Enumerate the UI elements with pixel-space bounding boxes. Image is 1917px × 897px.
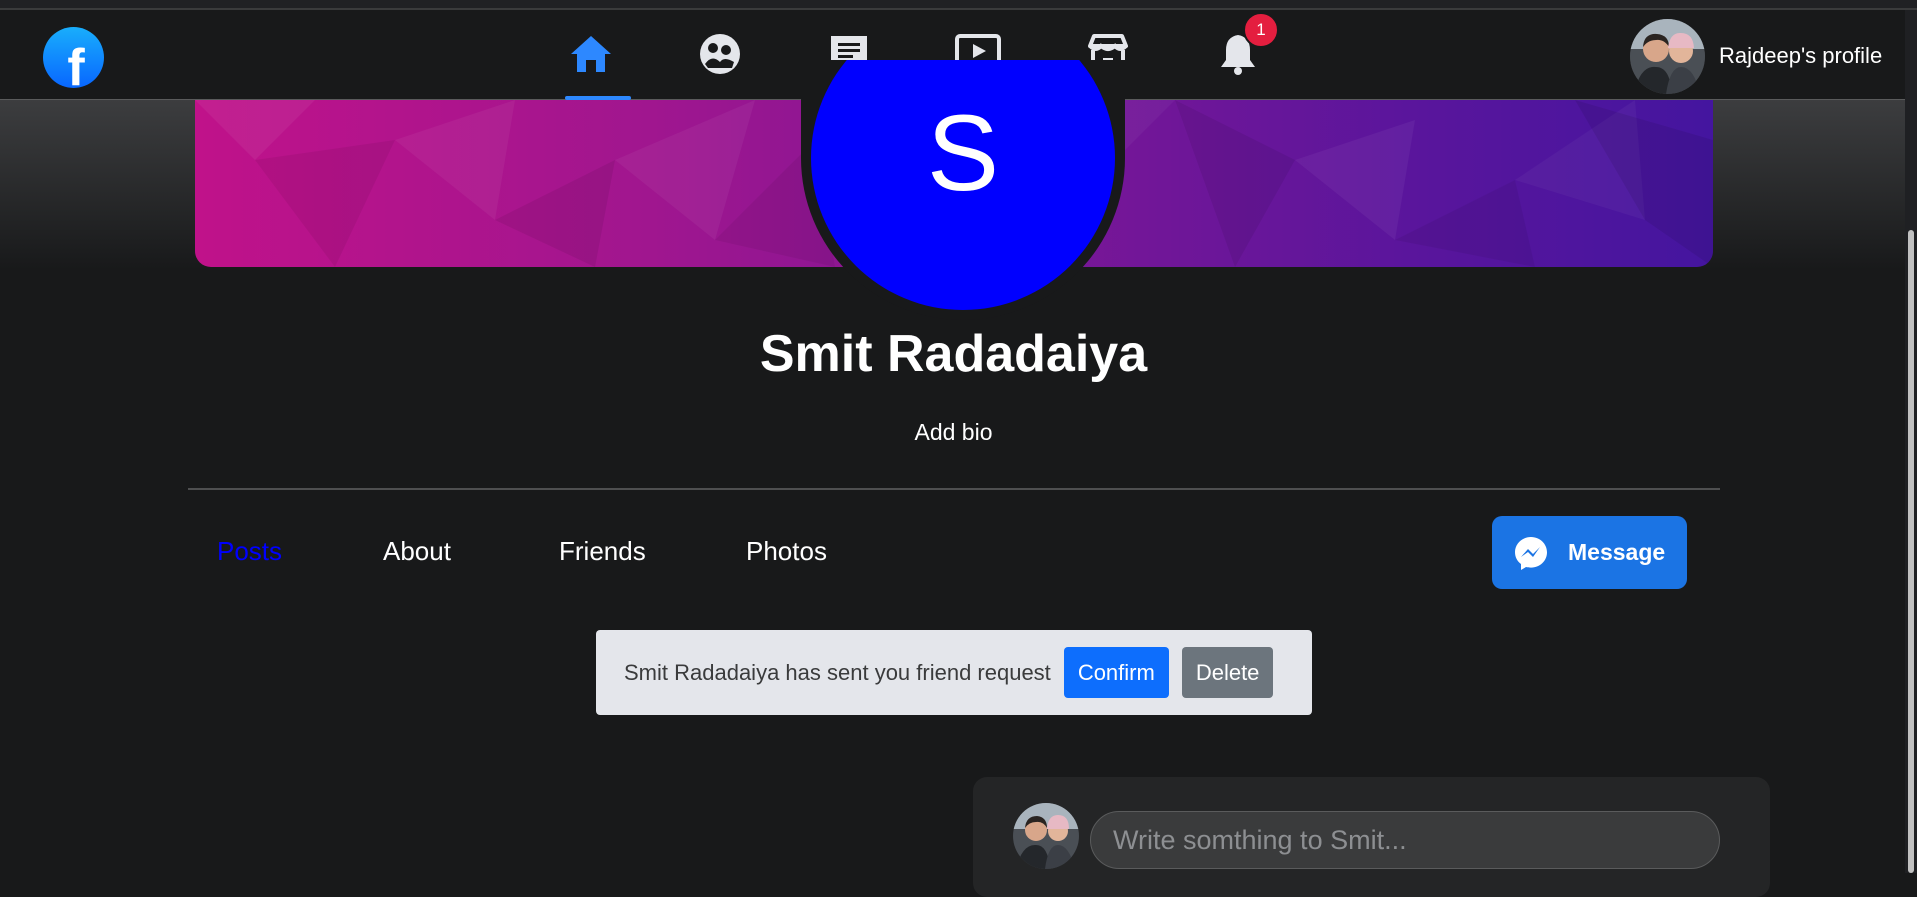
profile-name: Smit Radadaiya	[759, 325, 1148, 383]
profile-avatar-circle: S	[801, 6, 1125, 320]
profile-avatar-graphic: S	[801, 6, 1125, 320]
facebook-logo[interactable]: f	[43, 27, 104, 97]
message-button[interactable]: Message	[1492, 516, 1687, 589]
delete-button[interactable]: Delete	[1181, 647, 1274, 698]
tab-about[interactable]: About	[383, 536, 451, 567]
user-avatar-photo	[1630, 18, 1705, 94]
post-input[interactable]: Write somthing to Smit...	[1090, 811, 1720, 869]
user-avatar	[1630, 18, 1705, 94]
post-composer: Write somthing to Smit...	[973, 777, 1770, 897]
nav-home[interactable]	[561, 24, 621, 84]
message-button-label: Message	[1568, 539, 1666, 565]
composer-avatar	[1013, 803, 1079, 869]
friend-request-banner: Smit Radadaiya has sent you friend reque…	[596, 630, 1312, 715]
add-bio-link[interactable]: Add bio	[0, 419, 1907, 446]
composer-avatar-photo	[1013, 803, 1079, 869]
home-icon	[571, 36, 611, 72]
avatar-letter: S	[927, 92, 999, 213]
nav-groups[interactable]	[690, 24, 750, 84]
tab-friends[interactable]: Friends	[559, 536, 646, 567]
scrollbar-thumb[interactable]	[1908, 230, 1914, 873]
friend-request-text: Smit Radadaiya has sent you friend reque…	[624, 659, 1051, 685]
facebook-logo-letter: f	[67, 39, 85, 88]
groups-icon	[700, 34, 740, 74]
tab-posts[interactable]: Posts	[217, 536, 282, 567]
notification-badge: 1	[1243, 12, 1279, 48]
browser-top-strip	[0, 0, 1917, 10]
messenger-icon	[1515, 536, 1547, 570]
tab-photos[interactable]: Photos	[746, 536, 827, 567]
confirm-button[interactable]: Confirm	[1063, 647, 1169, 698]
profile-divider	[188, 488, 1720, 490]
facebook-logo-icon: f	[67, 39, 85, 97]
profile-avatar[interactable]: S	[801, 6, 1125, 320]
my-profile-link[interactable]: Rajdeep's profile	[1630, 16, 1882, 96]
my-profile-label: Rajdeep's profile	[1719, 43, 1883, 68]
